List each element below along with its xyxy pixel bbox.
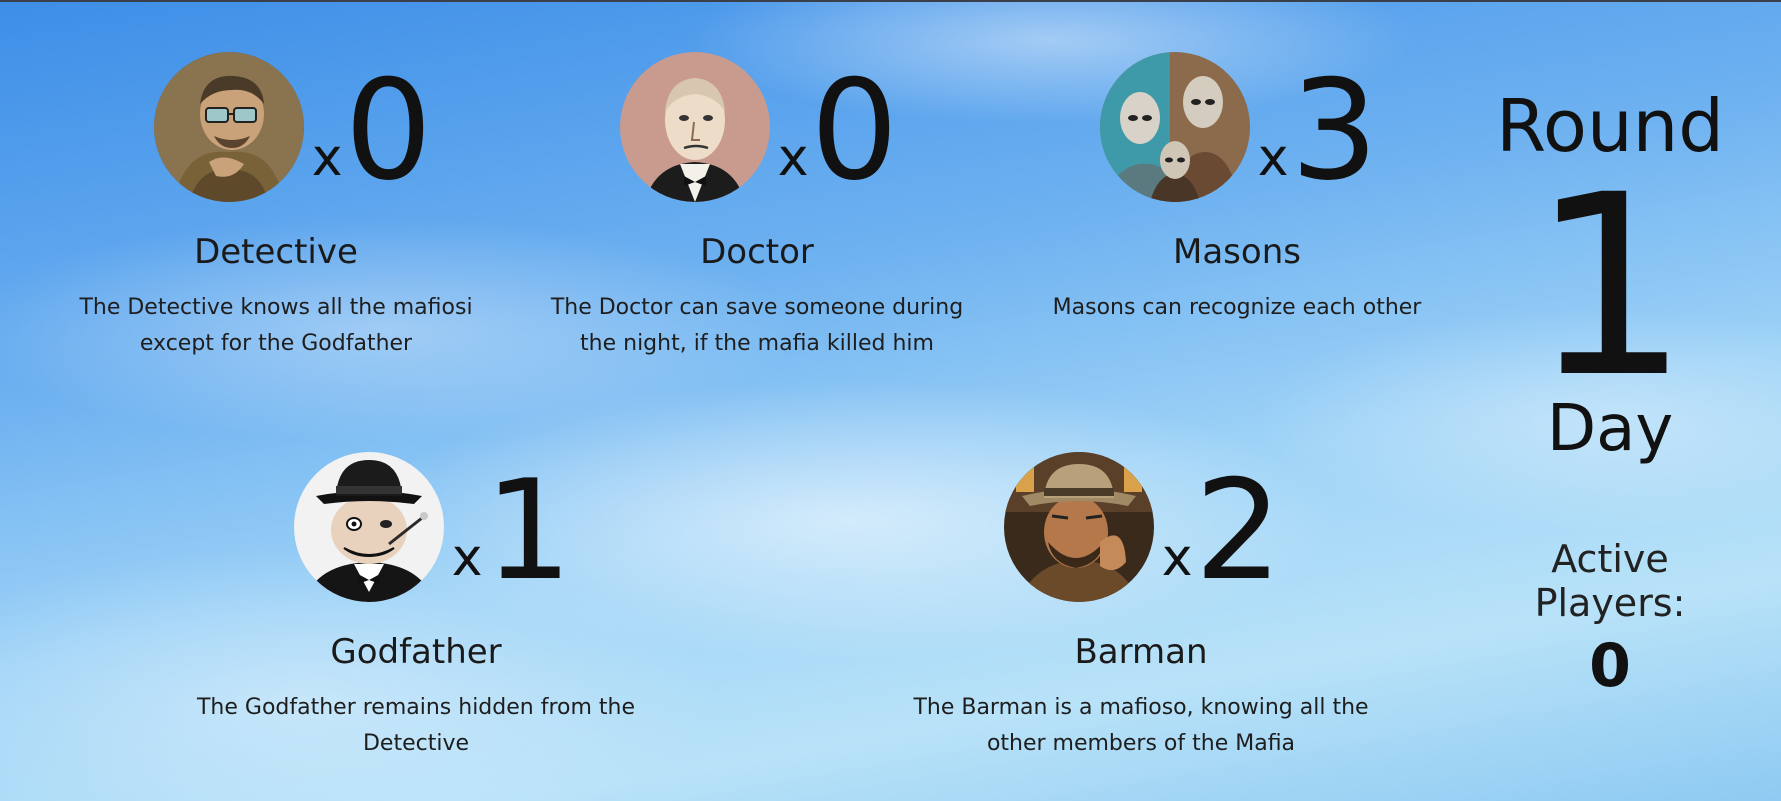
godfather-portrait-icon	[293, 452, 444, 602]
role-name: Doctor	[700, 232, 814, 272]
count-prefix: x	[451, 528, 483, 588]
count-value: 2	[1194, 450, 1282, 611]
count-value: 0	[344, 50, 432, 211]
role-count: x 0	[311, 50, 433, 211]
role-description: Masons can recognize each other	[1007, 290, 1467, 326]
role-header: x 0	[527, 52, 987, 202]
role-card-masons: x 3 Masons Masons can recognize each oth…	[1007, 52, 1467, 326]
role-card-doctor: x 0 Doctor The Doctor can save someone d…	[527, 52, 987, 362]
role-count: x 0	[777, 50, 899, 211]
role-description: The Detective knows all the mafiosi exce…	[46, 290, 506, 362]
top-border	[0, 0, 1781, 2]
role-description-line: other members of the Mafia	[986, 731, 1296, 756]
count-value: 1	[484, 450, 572, 611]
role-count: x 1	[451, 450, 573, 611]
role-description-line: The Barman is a mafioso, knowing all the	[913, 695, 1369, 720]
role-description: The Godfather remains hidden from the De…	[186, 690, 646, 762]
doctor-portrait-icon	[619, 52, 770, 202]
role-header: x 1	[186, 452, 646, 602]
role-count: x 2	[1161, 450, 1283, 611]
active-players-label: Active Players:	[1534, 537, 1686, 625]
count-prefix: x	[777, 128, 809, 188]
role-name: Barman	[1074, 632, 1208, 672]
role-card-detective: x 0 Detective The Detective knows all th…	[46, 52, 506, 362]
role-description: The Barman is a mafioso, knowing all the…	[911, 690, 1371, 762]
count-prefix: x	[311, 128, 343, 188]
active-players-count: 0	[1589, 631, 1631, 701]
role-name: Godfather	[330, 632, 502, 672]
role-header: x 2	[911, 452, 1371, 602]
detective-portrait-icon	[153, 52, 304, 202]
role-description-line: Detective	[362, 731, 470, 756]
role-header: x 0	[46, 52, 506, 202]
count-prefix: x	[1161, 528, 1193, 588]
role-description-line: except for the Godfather	[139, 331, 413, 356]
role-description-line: The Detective knows all the mafiosi	[79, 295, 473, 320]
role-description-line: The Godfather remains hidden from the	[196, 695, 636, 720]
role-description-line: The Doctor can save someone during	[550, 295, 964, 320]
masons-portrait-icon	[1099, 52, 1250, 202]
role-card-barman: x 2 Barman The Barman is a mafioso, know…	[911, 452, 1371, 762]
barman-portrait-icon	[1003, 452, 1154, 602]
role-description: The Doctor can save someone during the n…	[527, 290, 987, 362]
role-header: x 3	[1007, 52, 1467, 202]
role-description-line: the night, if the mafia killed him	[580, 331, 934, 356]
role-card-godfather: x 1 Godfather The Godfather remains hidd…	[186, 452, 646, 762]
role-name: Masons	[1173, 232, 1301, 272]
role-description-line: Masons can recognize each other	[1052, 295, 1422, 320]
count-value: 0	[810, 50, 898, 211]
count-prefix: x	[1257, 128, 1289, 188]
role-name: Detective	[194, 232, 358, 272]
role-count: x 3	[1257, 50, 1379, 211]
round-number: 1	[1530, 141, 1690, 432]
count-value: 3	[1290, 50, 1378, 211]
game-status-panel: Round 1 Day Active Players: 0	[1470, 90, 1750, 701]
phase-label: Day	[1546, 392, 1674, 466]
